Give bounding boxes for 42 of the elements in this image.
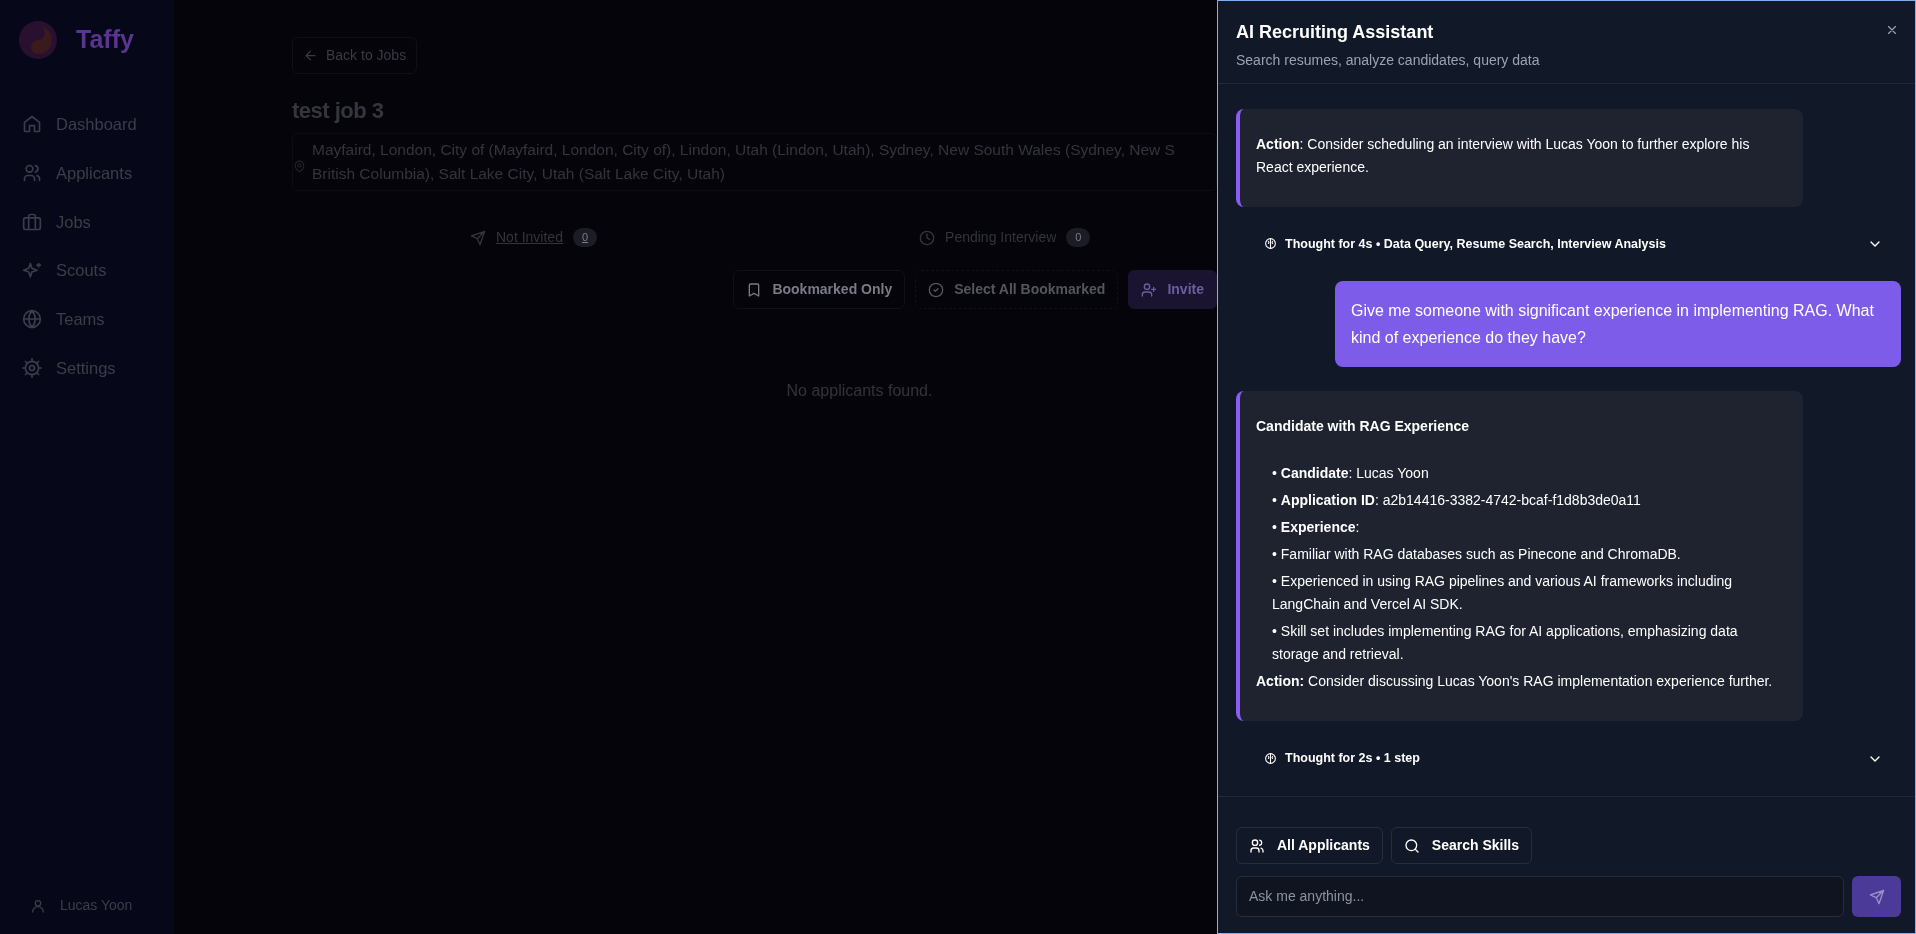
- home-icon: [22, 114, 42, 135]
- list-item: • Familiar with RAG databases such as Pinecone and ChromaDB.: [1271, 545, 1682, 565]
- briefcase-icon: [22, 211, 42, 232]
- chat-input[interactable]: Ask me anything...: [1236, 876, 1844, 917]
- quick-action-button[interactable]: Search Skills: [1390, 827, 1532, 864]
- user-plus-icon: [1141, 281, 1158, 298]
- brain-icon: [1264, 752, 1277, 766]
- panel-title: AI Recruiting Assistant: [1236, 21, 1435, 44]
- arrow-left-icon: [303, 48, 318, 63]
- back-button[interactable]: Back to Jobs: [292, 37, 418, 74]
- count-badge: 0: [572, 228, 598, 247]
- list-item: • Candidate: Lucas Yoon: [1271, 464, 1430, 484]
- quick-action-button[interactable]: All Applicants: [1236, 827, 1383, 864]
- action-button[interactable]: Invite: [1128, 270, 1217, 309]
- people-icon: [1249, 837, 1265, 854]
- message-text: Action: Consider discussing Lucas Yoon's RAG implementation experience further.: [1256, 672, 1774, 692]
- search-icon: [1403, 837, 1420, 854]
- logo-icon: [18, 20, 58, 60]
- globe-icon: [22, 309, 42, 330]
- message-heading: Candidate with RAG Experience: [1256, 417, 1471, 437]
- people-icon: [22, 163, 42, 184]
- send-icon: [1868, 888, 1885, 905]
- list-item: • Experience:: [1271, 518, 1361, 538]
- settings-icon: [22, 358, 42, 379]
- check-circle-icon: [928, 281, 945, 298]
- clock-icon: [919, 229, 936, 246]
- paper-plane-icon: [470, 229, 486, 246]
- user-message: Give me someone with significant experience in implementing RAG. What kind of experience do they have?: [1335, 281, 1901, 368]
- panel-subtitle: Search resumes, analyze candidates, query data: [1236, 51, 1541, 70]
- thought-toggle[interactable]: Thought for 4s • Data Query, Resume Search, Interview Analysis: [1236, 234, 1901, 254]
- message-text: Action: Consider scheduling an interview with Lucas Yoon to further explore his React experience.: [1256, 134, 1751, 177]
- list-item: • Application ID: a2b14416-3382-4742-bcaf-f1d8b3de0a11: [1271, 491, 1642, 511]
- brand-name: Taffy: [76, 24, 134, 56]
- action-button[interactable]: Bookmarked Only: [733, 270, 906, 309]
- brain-icon: [1264, 237, 1277, 251]
- map-pin-icon: [293, 160, 306, 174]
- count-badge: 0: [1066, 228, 1091, 247]
- sparkle-icon: [22, 260, 42, 281]
- list-item: • Skill set includes implementing RAG for AI applications, emphasizing data storage and retrieval.: [1271, 622, 1739, 665]
- thought-toggle[interactable]: Thought for 2s • 1 step: [1236, 749, 1901, 768]
- user-icon: [30, 897, 46, 914]
- list-item: • Experienced in using RAG pipelines and various AI frameworks including LangChain and Vercel AI SDK.: [1271, 572, 1734, 615]
